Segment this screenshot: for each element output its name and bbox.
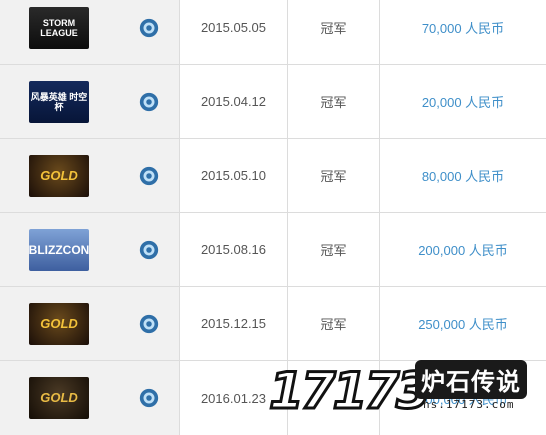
game-icon-cell bbox=[118, 213, 180, 286]
event-date: 2015.04.12 bbox=[180, 65, 288, 138]
event-logo: GOLD bbox=[29, 154, 89, 197]
placement bbox=[288, 361, 380, 435]
event-logo: BLIZZCON bbox=[29, 228, 89, 271]
placement: 冠军 bbox=[288, 287, 380, 360]
event-logo: 风暴英雄 时空杯 bbox=[29, 80, 89, 123]
placement: 冠军 bbox=[288, 0, 380, 64]
table-row: GOLD 2015.12.15 冠军 250,000 人民币 bbox=[0, 287, 546, 361]
event-logo-cell: BLIZZCON bbox=[0, 213, 118, 286]
prize-amount[interactable]: 80,000 人民币 bbox=[380, 139, 546, 212]
game-icon-cell bbox=[118, 0, 180, 64]
placement: 冠军 bbox=[288, 213, 380, 286]
event-date: 2015.05.05 bbox=[180, 0, 288, 64]
event-logo-cell: GOLD bbox=[0, 361, 118, 435]
game-icon-cell bbox=[118, 361, 180, 435]
heroes-of-the-storm-icon bbox=[139, 388, 158, 408]
event-logo-cell: STORM LEAGUE bbox=[0, 0, 118, 64]
event-date: 2015.08.16 bbox=[180, 213, 288, 286]
heroes-of-the-storm-icon bbox=[139, 240, 158, 259]
event-logo: GOLD bbox=[29, 302, 89, 345]
table-row: BLIZZCON 2015.08.16 冠军 200,000 人民币 bbox=[0, 213, 546, 287]
game-icon-cell bbox=[118, 287, 180, 360]
table-row: STORM LEAGUE 2015.05.05 冠军 70,000 人民币 bbox=[0, 0, 546, 65]
placement: 冠军 bbox=[288, 139, 380, 212]
event-logo-cell: GOLD bbox=[0, 139, 118, 212]
heroes-of-the-storm-icon bbox=[139, 166, 158, 185]
table-row: GOLD 2015.05.10 冠军 80,000 人民币 bbox=[0, 139, 546, 213]
event-logo-cell: 风暴英雄 时空杯 bbox=[0, 65, 118, 138]
heroes-of-the-storm-icon bbox=[139, 18, 158, 37]
prize-amount[interactable]: 300,000 人民币 bbox=[380, 361, 546, 435]
event-date: 2016.01.23 bbox=[180, 361, 288, 435]
heroes-of-the-storm-icon bbox=[139, 92, 158, 111]
game-icon-cell bbox=[118, 139, 180, 212]
heroes-of-the-storm-icon bbox=[139, 314, 158, 333]
placement: 冠军 bbox=[288, 65, 380, 138]
event-date: 2015.12.15 bbox=[180, 287, 288, 360]
event-date: 2015.05.10 bbox=[180, 139, 288, 212]
event-logo: GOLD bbox=[29, 377, 89, 419]
prize-amount[interactable]: 200,000 人民币 bbox=[380, 213, 546, 286]
event-logo: STORM LEAGUE bbox=[29, 6, 89, 49]
prize-amount[interactable]: 250,000 人民币 bbox=[380, 287, 546, 360]
prize-amount[interactable]: 20,000 人民币 bbox=[380, 65, 546, 138]
prize-amount[interactable]: 70,000 人民币 bbox=[380, 0, 546, 64]
table-row: 风暴英雄 时空杯 2015.04.12 冠军 20,000 人民币 bbox=[0, 65, 546, 139]
table-row: GOLD 2016.01.23 300,000 人民币 bbox=[0, 361, 546, 435]
event-logo-cell: GOLD bbox=[0, 287, 118, 360]
game-icon-cell bbox=[118, 65, 180, 138]
